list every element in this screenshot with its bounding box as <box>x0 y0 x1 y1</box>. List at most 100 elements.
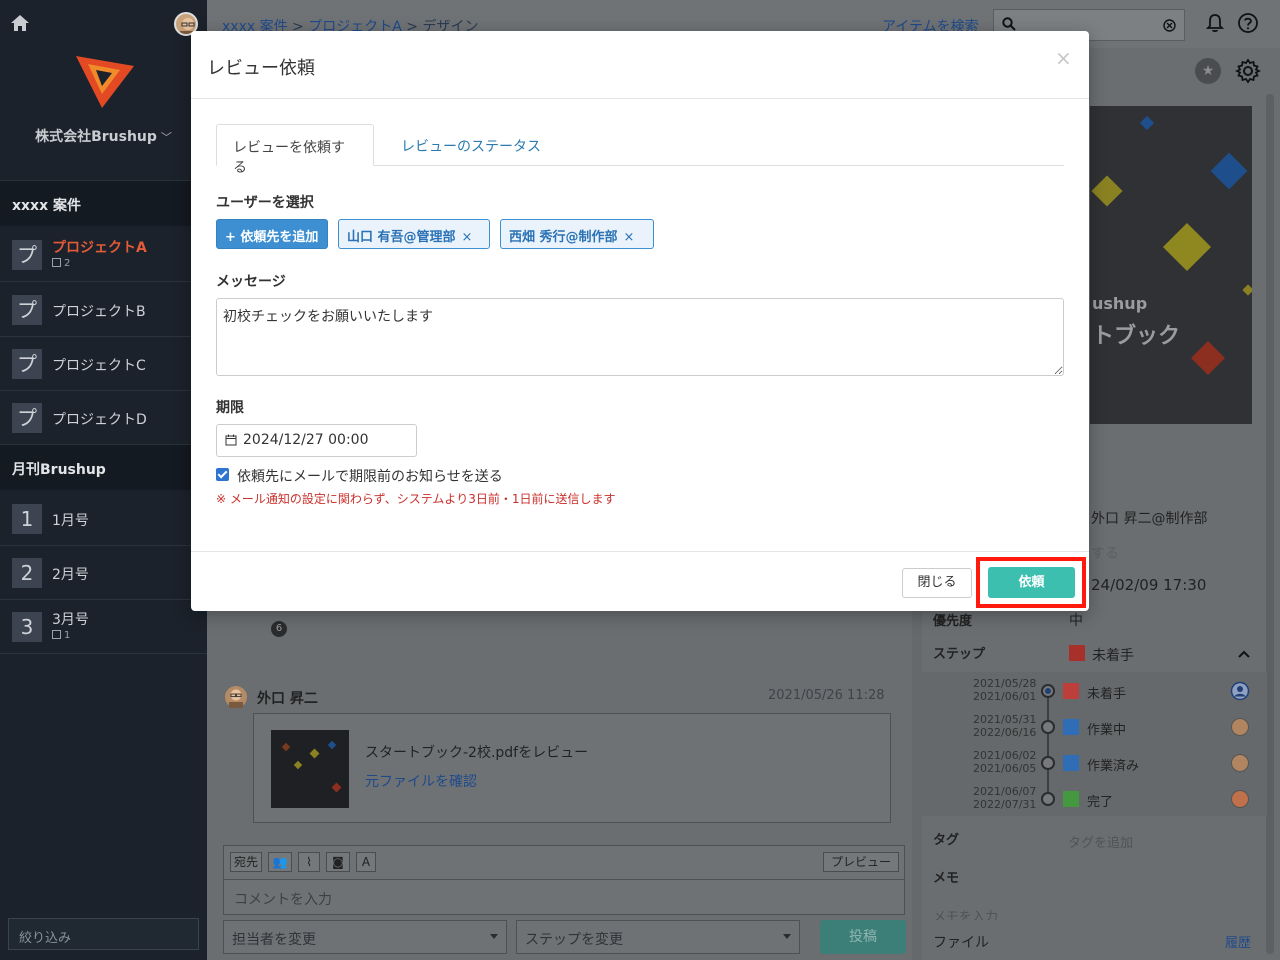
notification-note: ※ メール通知の設定に関わらず、システムより3日前・1日前に送信します <box>216 492 616 506</box>
step-start-date: 2021/06/07 <box>973 785 1037 798</box>
due-date-value: 24/02/09 17:30 <box>1091 576 1207 594</box>
sidebar-item-issue-3[interactable]: 3 3月号 1 <box>0 600 207 654</box>
step-start-date: 2021/05/28 <box>973 677 1037 690</box>
decor-diamond <box>1210 152 1248 190</box>
reviewer-chip: 西畑 秀行@制作部 × <box>500 219 654 249</box>
chevron-up-icon[interactable] <box>1238 650 1250 658</box>
modal-tabs: レビューを依頼する レビューのステータス <box>216 124 1064 176</box>
email-reminder-checkbox[interactable] <box>216 468 229 481</box>
search-icon <box>1002 17 1016 31</box>
tab-review-status[interactable]: レビューのステータス <box>401 124 541 166</box>
checkbox-icon <box>52 630 61 639</box>
company-switcher[interactable]: 株式会社Brushup ﹀ <box>0 126 207 146</box>
view-original-link[interactable]: 元ファイルを確認 <box>365 771 477 791</box>
caret-down-icon <box>783 934 791 939</box>
review-card-title: スタートブック-2校.pdfをレビュー <box>365 745 589 761</box>
message-textarea[interactable]: 初校チェックをお願いいたします <box>216 298 1064 376</box>
tag-label: タグ <box>933 833 960 848</box>
filter-input[interactable]: 絞り込み <box>8 918 199 950</box>
step-radio[interactable] <box>1041 684 1055 698</box>
due-date-value: 2024/12/27 00:00 <box>243 432 369 448</box>
task-count-value: 1 <box>64 630 71 641</box>
close-icon[interactable]: × <box>1055 46 1072 70</box>
sidebar-item-project-d[interactable]: プ プロジェクトD <box>0 391 207 445</box>
sidebar-item-issue-2[interactable]: 2 2月号 <box>0 546 207 600</box>
gear-icon[interactable] <box>1235 58 1261 84</box>
avatar <box>225 686 247 708</box>
remove-icon[interactable]: × <box>462 230 473 245</box>
tab-request-review[interactable]: レビューを依頼する <box>216 124 374 176</box>
comment-area: 6 外口 昇二 2021/05/26 11:28 スタートブック-2校.pdfを… <box>207 612 912 960</box>
bell-icon[interactable] <box>1204 12 1226 34</box>
issue-name: 1月号 <box>52 513 89 529</box>
mention-button[interactable]: 宛先 <box>230 852 262 872</box>
memo-label: メモ <box>933 871 960 886</box>
camera-icon[interactable]: ◙ <box>326 852 350 872</box>
clear-icon[interactable] <box>1163 19 1176 32</box>
sidebar-item-issue-1[interactable]: 1 1月号 <box>0 492 207 546</box>
step-color-swatch <box>1063 719 1079 735</box>
issue-badge: 1 <box>12 504 42 534</box>
review-request-modal: レビュー依頼 × レビューを依頼する レビューのステータス ユーザーを選択 + … <box>191 31 1089 611</box>
avatar <box>1231 718 1249 736</box>
sidebar-item-project-a[interactable]: プ プロジェクトA 2 <box>0 228 207 282</box>
project-name: プロジェクトC <box>52 358 146 374</box>
comment-author: 外口 昇二 <box>257 691 318 707</box>
issue-name: 3月号 <box>52 612 89 628</box>
step-end-date: 2021/06/05 <box>973 762 1037 775</box>
remove-icon[interactable]: × <box>624 230 635 245</box>
checkbox-icon <box>52 258 61 267</box>
step-select-label: ステップを変更 <box>525 932 623 948</box>
home-icon[interactable] <box>10 13 30 33</box>
comment-input[interactable]: コメントを入力 <box>223 879 905 915</box>
font-button[interactable]: A <box>356 852 376 872</box>
project-name: プロジェクトB <box>52 304 146 320</box>
users-label: ユーザーを選択 <box>216 195 314 211</box>
step-radio[interactable] <box>1041 756 1055 770</box>
task-count: 2 <box>52 258 70 269</box>
step-radio[interactable] <box>1041 720 1055 734</box>
right-panel-scrollbar[interactable] <box>1266 94 1274 954</box>
preview-button[interactable]: プレビュー <box>823 852 899 872</box>
company-name: 株式会社Brushup <box>35 129 157 145</box>
priority-label: 優先度 <box>933 614 973 629</box>
issue-name: 2月号 <box>52 567 89 583</box>
item-thumbnail[interactable]: ushup トブック <box>1090 106 1252 424</box>
assignee-select[interactable]: 担当者を変更 <box>223 920 507 954</box>
comment-number-badge: 6 <box>271 621 287 637</box>
step-current-value[interactable]: 未着手 <box>1092 645 1134 665</box>
sidebar-item-project-c[interactable]: プ プロジェクトC <box>0 337 207 391</box>
step-radio[interactable] <box>1041 792 1055 806</box>
request-button[interactable]: 依頼 <box>988 567 1075 598</box>
add-reviewer-button[interactable]: + 依頼先を追加 <box>216 219 328 249</box>
decor-diamond <box>1091 175 1123 207</box>
due-date-input[interactable]: 2024/12/27 00:00 <box>216 424 417 457</box>
history-link[interactable]: 履歴 <box>1225 932 1251 951</box>
step-dates: 2021/06/07 2022/07/31 <box>973 785 1037 811</box>
step-color-swatch <box>1063 683 1079 699</box>
email-reminder-label[interactable]: 依頼先にメールで期限前のお知らせを送る <box>237 466 503 486</box>
close-button[interactable]: 閉じる <box>902 568 972 598</box>
file-thumbnail[interactable] <box>271 730 349 808</box>
users-icon[interactable]: 👥 <box>268 852 292 872</box>
pin-icon[interactable]: ★ <box>1195 58 1221 84</box>
reviewer-chip: 山口 有吾@管理部 × <box>338 219 490 249</box>
caret-down-icon <box>490 934 498 939</box>
paperclip-icon[interactable]: ⌇ <box>298 852 320 872</box>
step-end-date: 2022/07/31 <box>973 798 1037 811</box>
post-button[interactable]: 投稿 <box>820 920 906 954</box>
step-select[interactable]: ステップを変更 <box>516 920 800 954</box>
tag-add-input[interactable]: タグを追加 <box>1068 832 1133 851</box>
decor-diamond <box>1162 222 1212 272</box>
user-icon[interactable] <box>1230 681 1250 701</box>
priority-value[interactable]: 中 <box>1069 610 1083 630</box>
step-timeline-line <box>1047 690 1049 802</box>
sidebar-item-project-b[interactable]: プ プロジェクトB <box>0 283 207 337</box>
memo-input[interactable]: メモを入力 <box>933 906 998 920</box>
issue-badge: 2 <box>12 558 42 588</box>
help-icon[interactable] <box>1237 12 1259 34</box>
step-start-date: 2021/05/31 <box>973 713 1037 726</box>
file-label: ファイル <box>933 935 989 951</box>
chevron-down-icon: ﹀ <box>160 131 172 144</box>
decor-diamond <box>1191 341 1225 375</box>
